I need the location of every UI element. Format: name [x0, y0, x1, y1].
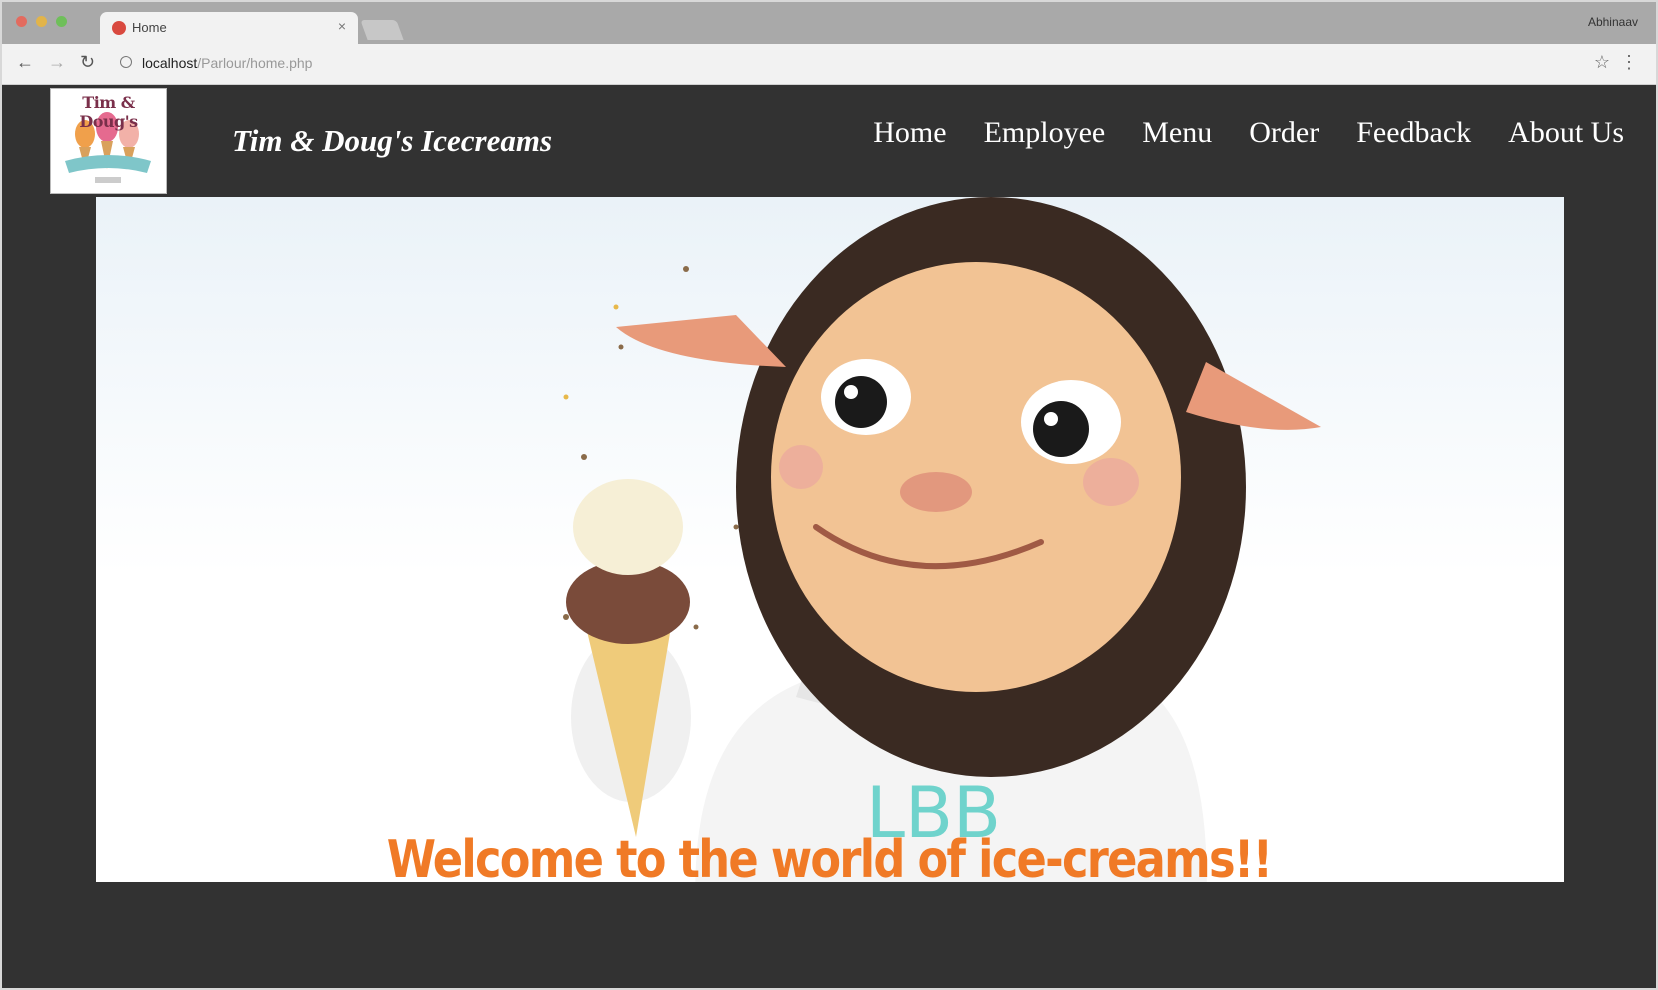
nav-menu[interactable]: Menu	[1142, 116, 1212, 150]
reload-icon[interactable]: ↻	[80, 52, 95, 73]
browser-menu-icon[interactable]: ⋮	[1620, 52, 1638, 73]
logo-text: Tim & Doug's	[79, 93, 138, 131]
main-nav: Home Employee Menu Order Feedback About …	[873, 116, 1624, 150]
tab-strip: Home × Abhinaav	[2, 2, 1656, 44]
close-window-icon[interactable]	[16, 16, 27, 27]
nav-home[interactable]: Home	[873, 116, 946, 150]
site-logo[interactable]: Tim & Doug's	[50, 88, 167, 194]
forward-icon[interactable]: →	[48, 52, 66, 73]
url-host: localhost	[142, 55, 198, 71]
nav-about-us[interactable]: About Us	[1508, 116, 1624, 150]
minimize-window-icon[interactable]	[36, 16, 47, 27]
site-title: Tim & Doug's Icecreams	[232, 123, 553, 158]
address-bar: ← → ↻ localhost/Parlour/home.php ☆ ⋮	[2, 44, 1656, 85]
url-field[interactable]: localhost/Parlour/home.php	[142, 55, 312, 71]
tab-title: Home	[132, 20, 167, 35]
nav-employee[interactable]: Employee	[984, 116, 1106, 150]
tab-close-icon[interactable]: ×	[338, 18, 346, 34]
info-icon[interactable]	[120, 56, 132, 68]
url-path: /Parlour/home.php	[197, 55, 313, 71]
lamb-mascot-image: LBB	[563, 197, 1321, 882]
tab-home[interactable]: Home ×	[100, 12, 358, 44]
welcome-headline: Welcome to the world of ice-creams!!	[386, 830, 1273, 890]
maximize-window-icon[interactable]	[56, 16, 67, 27]
new-tab-button[interactable]	[360, 20, 404, 40]
hero-banner: LBB	[96, 197, 1564, 882]
nav-feedback[interactable]: Feedback	[1356, 116, 1471, 150]
back-icon[interactable]: ←	[16, 52, 34, 73]
favicon-icon	[112, 21, 126, 35]
bookmark-star-icon[interactable]: ☆	[1594, 52, 1610, 73]
browser-window: Home × Abhinaav ← → ↻ localhost/Parlour/…	[0, 0, 1658, 990]
profile-name[interactable]: Abhinaav	[1588, 15, 1638, 29]
nav-order[interactable]: Order	[1249, 116, 1319, 150]
